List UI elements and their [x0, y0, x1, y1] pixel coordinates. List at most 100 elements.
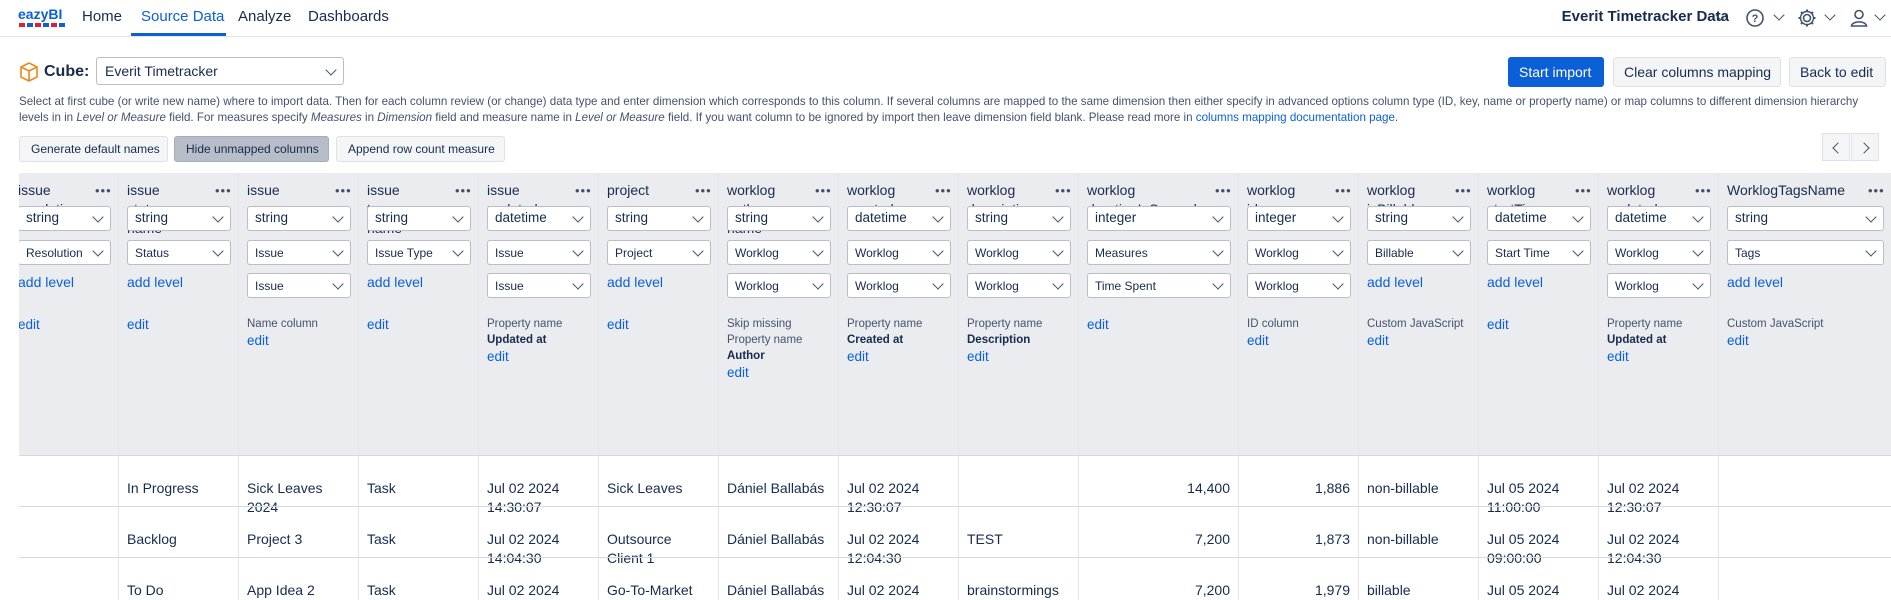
dimension-select[interactable]: Project [607, 240, 711, 265]
column-menu-icon[interactable]: ••• [455, 183, 472, 198]
data-type-select[interactable]: string [727, 206, 831, 231]
eazybi-logo[interactable]: eazyBI [18, 4, 66, 30]
column-menu-icon[interactable]: ••• [1575, 183, 1592, 198]
scroll-right-button[interactable] [1851, 133, 1879, 161]
data-type-select[interactable]: string [607, 206, 711, 231]
level-select[interactable]: Issue [247, 273, 351, 298]
edit-link[interactable]: edit [1087, 317, 1231, 333]
start-import-button[interactable]: Start import [1508, 57, 1604, 87]
column-menu-icon[interactable]: ••• [1055, 183, 1072, 198]
column-menu-icon[interactable]: ••• [1335, 183, 1352, 198]
column-menu-icon[interactable]: ••• [1695, 183, 1712, 198]
edit-link[interactable]: edit [1487, 317, 1591, 333]
level-select[interactable]: Time Spent [1087, 273, 1231, 298]
documentation-link[interactable]: columns mapping documentation page [1196, 111, 1395, 124]
edit-link[interactable]: edit [967, 349, 1071, 365]
nav-source-data[interactable]: Source Data [141, 8, 224, 25]
data-type-select[interactable]: integer [1247, 206, 1351, 231]
nav-analyze[interactable]: Analyze [238, 8, 291, 25]
dimension-select[interactable]: Worklog [727, 240, 831, 265]
edit-link[interactable]: edit [487, 349, 591, 365]
dimension-select[interactable]: Status [127, 240, 231, 265]
edit-link[interactable]: edit [847, 349, 951, 365]
help-icon[interactable]: ? [1744, 7, 1766, 29]
user-icon[interactable] [1848, 7, 1870, 29]
nav-dashboards[interactable]: Dashboards [308, 8, 389, 25]
edit-link[interactable]: edit [1727, 333, 1884, 349]
help-chevron-down-icon[interactable] [1773, 9, 1785, 21]
append-row-count-measure-button[interactable]: Append row count measure [336, 136, 505, 162]
dimension-select[interactable]: Worklog [1247, 240, 1351, 265]
column-menu-icon[interactable]: ••• [215, 183, 232, 198]
level-select[interactable]: Issue [487, 273, 591, 298]
level-select[interactable]: Worklog [1247, 273, 1351, 298]
cube-select[interactable]: Everit Timetracker [96, 57, 344, 85]
dimension-select[interactable]: Start Time [1487, 240, 1591, 265]
level-select[interactable]: Worklog [847, 273, 951, 298]
level-select[interactable]: Worklog [1607, 273, 1711, 298]
dimension-select[interactable]: Measures [1087, 240, 1231, 265]
edit-link[interactable]: edit [727, 365, 831, 381]
data-type-select[interactable]: datetime [1607, 206, 1711, 231]
column-menu-icon[interactable]: ••• [575, 183, 592, 198]
add-level-link[interactable]: add level [1367, 274, 1423, 290]
back-to-edit-button[interactable]: Back to edit [1789, 57, 1886, 87]
column-menu-icon[interactable]: ••• [695, 183, 712, 198]
edit-link[interactable]: edit [127, 317, 231, 333]
column-menu-icon[interactable]: ••• [815, 183, 832, 198]
edit-link[interactable]: edit [1247, 333, 1351, 349]
dimension-select[interactable]: Worklog [847, 240, 951, 265]
data-type-select[interactable]: string [967, 206, 1071, 231]
data-type-select[interactable]: datetime [1487, 206, 1591, 231]
edit-link[interactable]: edit [607, 317, 711, 333]
hide-unmapped-columns-button[interactable]: Hide unmapped columns [174, 136, 329, 162]
dimension-select[interactable]: Issue Type [367, 240, 471, 265]
chevron-down-icon [332, 245, 344, 257]
edit-link[interactable]: edit [247, 333, 351, 349]
edit-link[interactable]: edit [1367, 333, 1471, 349]
dimension-select[interactable]: Worklog [967, 240, 1071, 265]
level-select[interactable]: Worklog [967, 273, 1071, 298]
level-select[interactable]: Worklog [727, 273, 831, 298]
column-title-line: worklog [727, 182, 776, 198]
dimension-select[interactable]: Billable [1367, 240, 1471, 265]
data-type-select[interactable]: datetime [847, 206, 951, 231]
add-level-link[interactable]: add level [1727, 274, 1783, 290]
account-selector[interactable]: Everit Timetracker Data [1562, 8, 1729, 25]
edit-link[interactable]: edit [19, 317, 111, 333]
data-type-select[interactable]: string [19, 206, 111, 231]
add-level-link[interactable]: add level [607, 274, 663, 290]
column-menu-icon[interactable]: ••• [935, 183, 952, 198]
data-type-select[interactable]: string [1727, 206, 1884, 231]
data-type-select[interactable]: string [127, 206, 231, 231]
add-level-link[interactable]: add level [1487, 274, 1543, 290]
dimension-select[interactable]: Tags [1727, 240, 1884, 265]
data-type-select[interactable]: string [247, 206, 351, 231]
clear-columns-mapping-button[interactable]: Clear columns mapping [1613, 57, 1781, 87]
column-menu-icon[interactable]: ••• [1868, 183, 1885, 198]
column-menu-icon[interactable]: ••• [335, 183, 352, 198]
add-level-link[interactable]: add level [19, 274, 74, 290]
dimension-select[interactable]: Worklog [1607, 240, 1711, 265]
user-chevron-down-icon[interactable] [1874, 9, 1886, 21]
data-type-select[interactable]: datetime [487, 206, 591, 231]
edit-link[interactable]: edit [1607, 349, 1711, 365]
column-menu-icon[interactable]: ••• [95, 183, 112, 198]
dimension-select[interactable]: Resolution [19, 240, 111, 265]
data-type-select[interactable]: string [367, 206, 471, 231]
table-cell: Jul 02 2024 11:58:53 [847, 582, 920, 598]
scroll-left-button[interactable] [1822, 133, 1850, 161]
add-level-link[interactable]: add level [127, 274, 183, 290]
settings-chevron-down-icon[interactable] [1824, 9, 1836, 21]
nav-home[interactable]: Home [82, 8, 122, 25]
dimension-select[interactable]: Issue [487, 240, 591, 265]
data-type-select[interactable]: string [1367, 206, 1471, 231]
add-level-link[interactable]: add level [367, 274, 423, 290]
edit-link[interactable]: edit [367, 317, 471, 333]
column-menu-icon[interactable]: ••• [1215, 183, 1232, 198]
column-menu-icon[interactable]: ••• [1455, 183, 1472, 198]
dimension-select[interactable]: Issue [247, 240, 351, 265]
data-type-select[interactable]: integer [1087, 206, 1231, 231]
gear-icon[interactable] [1796, 7, 1818, 29]
generate-default-names-button[interactable]: Generate default names [19, 136, 168, 162]
